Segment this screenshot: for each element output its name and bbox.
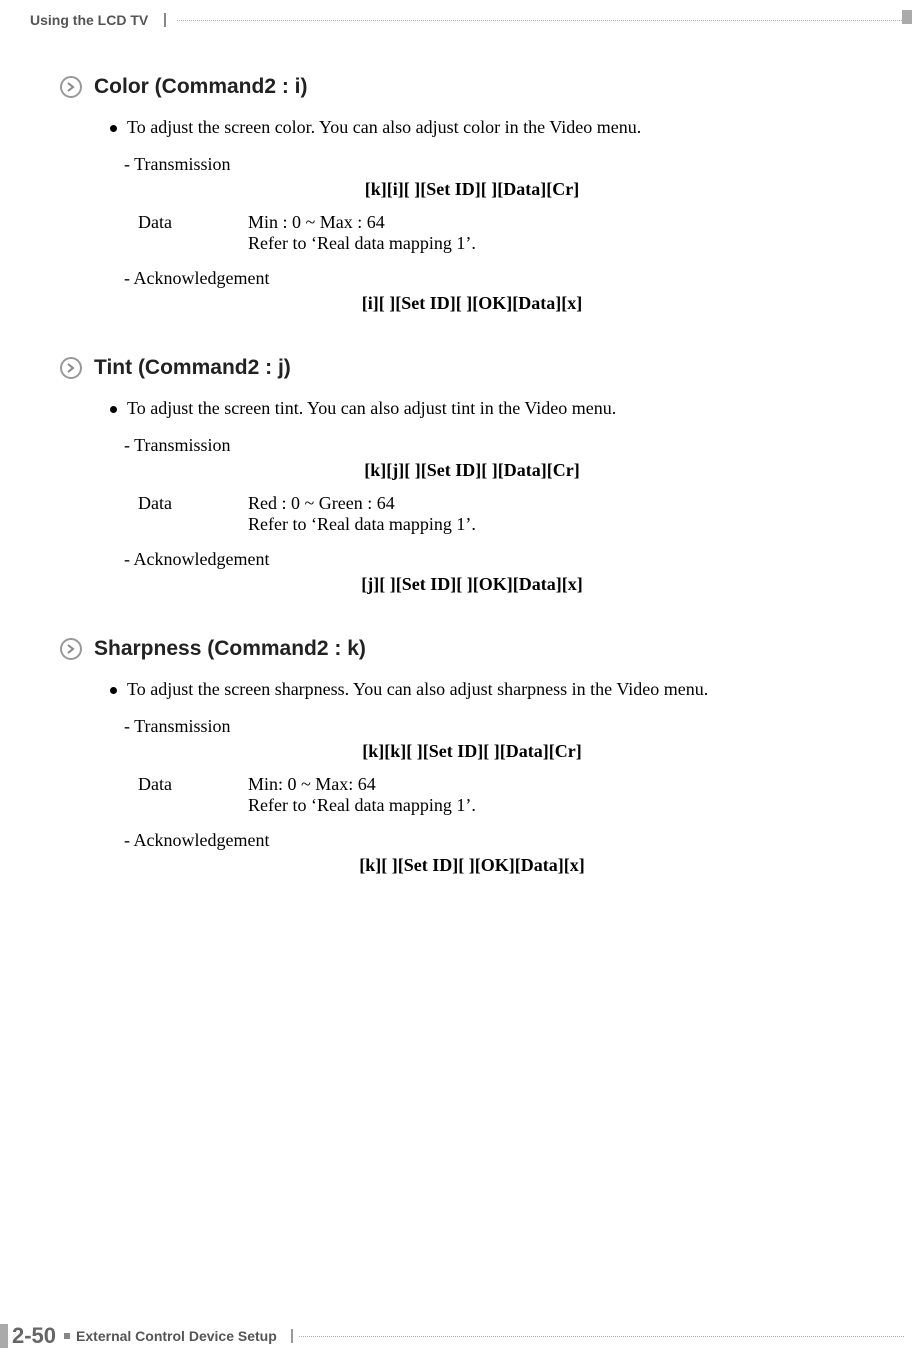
data-label: Data [138, 212, 248, 254]
footer-divider [291, 1329, 293, 1343]
data-values: Min: 0 ~ Max: 64 Refer to ‘Real data map… [248, 774, 476, 816]
ack-label: - Acknowledgement [124, 830, 884, 851]
ack-code: [k][ ][Set ID][ ][OK][Data][x] [60, 855, 884, 876]
section-color: Color (Command2 : i) To adjust the scree… [60, 75, 884, 314]
ack-code: [i][ ][Set ID][ ][OK][Data][x] [60, 293, 884, 314]
main-content: Color (Command2 : i) To adjust the scree… [60, 75, 884, 918]
footer-label: External Control Device Setup [76, 1328, 277, 1344]
header-dotted-line [177, 20, 904, 21]
section-header: Tint (Command2 : j) [60, 356, 884, 380]
footer-left-bar [0, 1324, 8, 1348]
bullet-text: To adjust the screen tint. You can also … [127, 398, 616, 419]
chevron-right-icon [60, 76, 82, 98]
bullet-row: To adjust the screen sharpness. You can … [110, 679, 884, 700]
section-title: Color (Command2 : i) [94, 75, 308, 99]
header-divider [164, 13, 166, 27]
data-values: Min : 0 ~ Max : 64 Refer to ‘Real data m… [248, 212, 476, 254]
data-row: Data Red : 0 ~ Green : 64 Refer to ‘Real… [138, 493, 884, 535]
transmission-code: [k][i][ ][Set ID][ ][Data][Cr] [60, 179, 884, 200]
bullet-text: To adjust the screen color. You can also… [127, 117, 641, 138]
header-right-bar [902, 10, 912, 24]
footer-dotted-line [299, 1336, 904, 1337]
data-row: Data Min : 0 ~ Max : 64 Refer to ‘Real d… [138, 212, 884, 254]
section-header: Color (Command2 : i) [60, 75, 884, 99]
data-value-line1: Min: 0 ~ Max: 64 [248, 774, 476, 795]
header-label: Using the LCD TV [30, 12, 158, 28]
footer-square-icon [64, 1333, 70, 1339]
bullet-icon [110, 687, 117, 694]
data-value-line1: Min : 0 ~ Max : 64 [248, 212, 476, 233]
transmission-code: [k][k][ ][Set ID][ ][Data][Cr] [60, 741, 884, 762]
page-number: 2-50 [12, 1323, 56, 1349]
data-row: Data Min: 0 ~ Max: 64 Refer to ‘Real dat… [138, 774, 884, 816]
data-label: Data [138, 774, 248, 816]
bullet-row: To adjust the screen color. You can also… [110, 117, 884, 138]
ack-label: - Acknowledgement [124, 549, 884, 570]
data-value-line2: Refer to ‘Real data mapping 1’. [248, 233, 476, 254]
ack-code: [j][ ][Set ID][ ][OK][Data][x] [60, 574, 884, 595]
section-sharpness: Sharpness (Command2 : k) To adjust the s… [60, 637, 884, 876]
transmission-code: [k][j][ ][Set ID][ ][Data][Cr] [60, 460, 884, 481]
data-values: Red : 0 ~ Green : 64 Refer to ‘Real data… [248, 493, 476, 535]
transmission-label: - Transmission [124, 154, 884, 175]
bullet-text: To adjust the screen sharpness. You can … [127, 679, 708, 700]
transmission-label: - Transmission [124, 716, 884, 737]
ack-label: - Acknowledgement [124, 268, 884, 289]
section-title: Sharpness (Command2 : k) [94, 637, 366, 661]
page-header: Using the LCD TV [30, 12, 904, 28]
page-footer: 2-50 External Control Device Setup [0, 1323, 904, 1349]
data-value-line2: Refer to ‘Real data mapping 1’. [248, 795, 476, 816]
data-label: Data [138, 493, 248, 535]
data-value-line2: Refer to ‘Real data mapping 1’. [248, 514, 476, 535]
section-tint: Tint (Command2 : j) To adjust the screen… [60, 356, 884, 595]
bullet-icon [110, 125, 117, 132]
transmission-label: - Transmission [124, 435, 884, 456]
chevron-right-icon [60, 638, 82, 660]
section-title: Tint (Command2 : j) [94, 356, 291, 380]
bullet-icon [110, 406, 117, 413]
bullet-row: To adjust the screen tint. You can also … [110, 398, 884, 419]
chevron-right-icon [60, 357, 82, 379]
section-header: Sharpness (Command2 : k) [60, 637, 884, 661]
data-value-line1: Red : 0 ~ Green : 64 [248, 493, 476, 514]
